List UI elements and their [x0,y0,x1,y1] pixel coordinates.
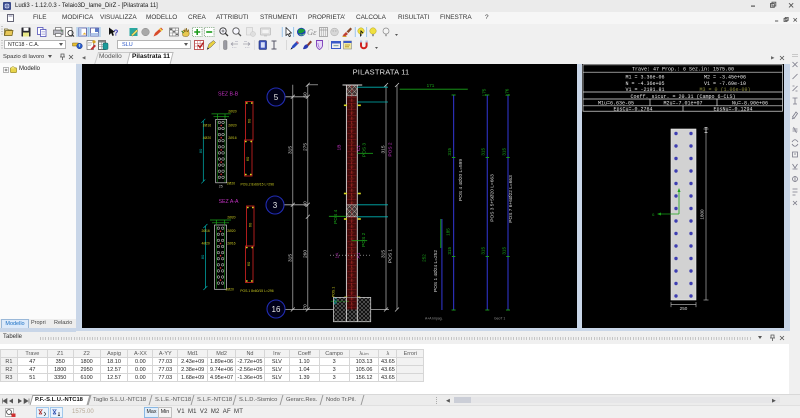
svg-text:260: 260 [302,250,308,258]
svg-text:PILASTRATA 11: PILASTRATA 11 [353,68,410,77]
svg-text:M2 = -3.45e+06: M2 = -3.45e+06 [704,74,746,80]
svg-text:A+A Impag.: A+A Impag. [425,317,443,321]
svg-text:POS.1: POS.1 [332,287,336,298]
svg-text:POS 2: POS 2 [388,142,394,156]
svg-text:1800: 1800 [700,209,705,220]
svg-text:315: 315 [501,247,506,255]
svg-text:40: 40 [302,201,308,207]
svg-text:4Ø20: 4Ø20 [203,136,211,140]
svg-text:M3 = 0 (1.06e-09): M3 = 0 (1.06e-09) [699,87,750,93]
svg-text:315: 315 [287,146,293,154]
svg-text:EpsCu=-0.2764: EpsCu=-0.2764 [613,107,652,113]
svg-text:16: 16 [272,305,281,314]
svg-text:Gε: Gε [307,27,317,37]
svg-text:185: 185 [446,228,451,236]
svg-text:175: 175 [482,88,487,96]
svg-text:176: 176 [504,88,509,96]
svg-text:2Ø20: 2Ø20 [228,123,236,127]
svg-text:60: 60 [246,118,251,123]
svg-text:80: 80 [200,254,205,259]
svg-text:C1: C1 [356,145,362,151]
svg-text:G: G [652,214,655,218]
svg-text:70: 70 [302,304,308,310]
svg-text:N = -4.36e+05: N = -4.36e+05 [625,81,664,87]
svg-text:80: 80 [198,148,203,153]
svg-text:Ø12: Ø12 [334,298,338,305]
svg-text:POS 3: POS 3 [362,143,368,157]
svg-text:315: 315 [381,145,387,153]
svg-text:POS 4 4Ø20 L=599: POS 4 4Ø20 L=599 [458,159,464,201]
svg-text:2Ø16: 2Ø16 [228,136,236,140]
svg-text:2Ø20: 2Ø20 [226,288,234,292]
svg-text:315: 315 [447,247,452,255]
svg-text:EpsNu=-0.1294: EpsNu=-0.1294 [713,107,752,113]
svg-text:275: 275 [302,143,308,151]
svg-text:Nu=-8.90e+06: Nu=-8.90e+06 [732,100,768,106]
svg-text:2Ø20: 2Ø20 [228,110,236,114]
svg-text:315: 315 [381,250,387,258]
svg-text:?: ? [114,28,119,37]
svg-text:POS.1 8x60/15 L=296: POS.1 8x60/15 L=296 [240,289,274,293]
svg-text:315: 315 [481,247,486,255]
svg-text:Trave: 47 Prop.: 6 Sez.in: 1: Trave: 47 Prop.: 6 Sez.in: 1575.00 [632,67,734,73]
svg-text:2Ø20: 2Ø20 [227,229,235,233]
svg-text:2Ø16: 2Ø16 [203,123,211,127]
svg-text:25: 25 [219,184,223,188]
svg-text:171: 171 [427,83,435,88]
svg-text:315: 315 [501,148,506,156]
svg-text:2Ø20: 2Ø20 [227,216,235,220]
svg-text:1B: 1B [337,145,343,151]
svg-text:252: 252 [422,254,427,262]
svg-text:60: 60 [246,261,251,266]
svg-text:315: 315 [287,254,293,262]
svg-text:POS 2: POS 2 [361,232,367,246]
svg-text:Coeff. sicur. = 20.31 (Campo 6: Coeff. sicur. = 20.31 (Campo 6-CLS) [630,94,735,100]
svg-text:M1 = 3.36e-06: M1 = 3.36e-06 [625,74,664,80]
svg-text:POS 1 4Ø24 L=252: POS 1 4Ø24 L=252 [433,250,439,292]
svg-text:M2u=-7.01e+07: M2u=-7.01e+07 [663,100,702,106]
svg-text:V1 = -2191.81: V1 = -2191.81 [625,87,664,93]
svg-text:60: 60 [302,92,308,98]
svg-text:POS 7 6+6Ø22 L=663: POS 7 6+6Ø22 L=663 [508,175,514,223]
svg-text:POS 1: POS 1 [388,249,394,263]
svg-text:315: 315 [481,148,486,156]
svg-text:SEZ B-B: SEZ B-B [218,92,239,98]
svg-text:4Ø20: 4Ø20 [202,242,210,246]
svg-text:315: 315 [447,148,452,156]
svg-text:M1u=6.63e-05: M1u=6.63e-05 [598,100,634,106]
svg-text:60: 60 [247,222,252,227]
svg-text:60: 60 [245,156,250,161]
svg-text:250: 250 [680,306,688,311]
svg-text:V1 = -7.69e-10: V1 = -7.69e-10 [704,81,746,87]
svg-text:POS.2 8x60/15 L=296: POS.2 8x60/15 L=296 [241,183,275,187]
svg-text:2Ø16: 2Ø16 [202,229,210,233]
svg-text:POS 3 5+5Ø20 L=663: POS 3 5+5Ø20 L=663 [490,174,496,222]
svg-text:2Ø16: 2Ø16 [227,242,235,246]
svg-text:2Ø20: 2Ø20 [227,182,235,186]
svg-text:SEZ A-A: SEZ A-A [219,199,239,205]
svg-text:A1: A1 [356,252,362,258]
svg-text:5: 5 [274,93,279,102]
svg-text:GeoT 1: GeoT 1 [494,317,505,321]
svg-text:3: 3 [273,201,278,210]
